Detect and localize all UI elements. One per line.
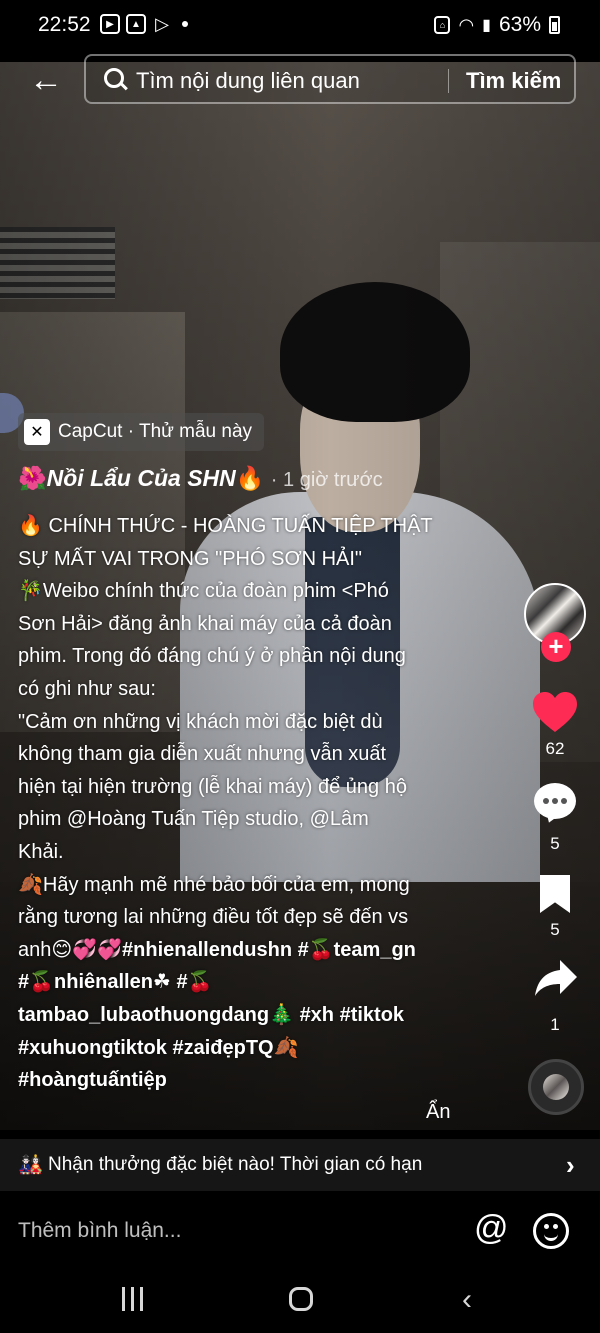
caption-line: phim @Hoàng Tuấn Tiệp studio, @Lâm [18, 808, 369, 831]
caption-line: 🍂Hãy mạnh mẽ nhé bảo bối của em, mong [18, 873, 410, 896]
lock-icon: ⌂ [434, 16, 451, 34]
caption-line: hiện tại hiện trường (lễ khai máy) để ủn… [18, 775, 407, 798]
search-placeholder[interactable]: Tìm nội dung liên quan [136, 68, 360, 94]
caption-line: "Cảm ơn những vị khách mời đặc biệt dù [18, 710, 383, 733]
caption-line: có ghi như sau: [18, 677, 156, 700]
status-bar: 22:52 ▶ ▲ ▷ ⌂ ◠ ▮ 63% [0, 0, 600, 52]
status-time: 22:52 [38, 13, 91, 36]
battery-icon [549, 16, 560, 34]
comment-count: 5 [550, 834, 560, 853]
search-button[interactable]: Tìm kiếm [466, 68, 561, 94]
hashtag-link[interactable]: #hoàngtuấntiệp [18, 1069, 167, 1091]
author-line[interactable]: 🌺Nồi Lẩu Của SHN🔥 · 1 giờ trước [18, 465, 383, 492]
caption-text: anh😊💞💞 [18, 938, 123, 961]
chevron-right-icon[interactable]: › [566, 1150, 575, 1181]
caption-line: không tham gia diễn xuất nhưng vẫn xuất [18, 743, 387, 766]
caption-tag-line: #🍒nhiênallen☘ #🍒 [18, 966, 458, 999]
mention-icon[interactable]: @ [474, 1209, 509, 1248]
caption-tag-line: #xuhuongtiktok #zaiđẹpTQ🍂 [18, 1032, 458, 1065]
hashtag-link[interactable]: #tiktok [340, 1004, 404, 1026]
caption-line: Khải. [18, 840, 64, 863]
back-arrow-icon[interactable]: ← [26, 60, 66, 100]
wifi-icon: ◠ [458, 14, 475, 35]
search-icon [104, 68, 124, 88]
author-name[interactable]: Nồi Lẩu Của SHN [47, 465, 236, 491]
comment-input[interactable]: Thêm bình luận... [18, 1219, 181, 1243]
system-nav-bar: ‹ [0, 1267, 600, 1333]
author-suffix: 🔥 [235, 465, 265, 491]
caption-line: phim. Trong đó đáng chú ý ở phần nội dun… [18, 645, 406, 668]
app-notification-icon: ▶ [100, 14, 120, 34]
save-count: 5 [550, 920, 560, 939]
caption-line: SỰ MẤT VAI TRONG "PHÓ SƠN HẢI" [18, 547, 363, 570]
search-bar[interactable]: Tìm nội dung liên quan Tìm kiếm [84, 54, 576, 104]
caption-line: 🎋Weibo chính thức của đoàn phim <Phó [18, 580, 389, 603]
follow-plus-icon[interactable]: + [541, 632, 571, 662]
share-icon[interactable] [534, 958, 578, 998]
hashtag-link[interactable]: #🍒team_gn [298, 939, 416, 961]
caption-line: Sơn Hải> đăng ảnh khai máy của cả đoàn [18, 612, 392, 635]
hide-caption-button[interactable]: Ẩn [426, 1101, 450, 1124]
gallery-notification-icon: ▲ [126, 14, 146, 34]
caption-tag-line: #hoàngtuấntiệp [18, 1064, 458, 1097]
home-icon[interactable] [289, 1287, 313, 1311]
caption: 🔥 CHÍNH THỨC - HOÀNG TUẤN TIỆP THẬT SỰ M… [18, 510, 458, 1097]
status-right: ⌂ ◠ ▮ 63% [434, 13, 560, 37]
comment-icon[interactable] [534, 783, 576, 819]
nav-back-icon[interactable]: ‹ [462, 1283, 472, 1317]
music-disc-icon[interactable] [528, 1059, 584, 1115]
caption-line: rằng tương lai những điều tốt đẹp sẽ đến… [18, 906, 409, 929]
hashtag-link[interactable]: #nhienallendushn [122, 939, 292, 961]
caption-tag-line: tambao_lubaothuongdang🎄 #xh #tiktok [18, 999, 458, 1032]
capcut-label: CapCut · Thử mẫu này [58, 421, 253, 442]
caption-line: 🔥 CHÍNH THỨC - HOÀNG TUẤN TIỆP THẬT [18, 515, 433, 537]
recent-apps-icon[interactable] [122, 1287, 146, 1311]
emoji-icon[interactable] [533, 1213, 569, 1249]
more-notifications-icon [182, 21, 188, 27]
author-prefix: 🌺 [18, 465, 47, 491]
hashtag-link[interactable]: #zaiđẹpTQ🍂 [172, 1037, 298, 1059]
hashtag-link[interactable]: #xuhuongtiktok [18, 1037, 167, 1059]
signal-icon: ▮ [482, 17, 491, 34]
heart-icon[interactable] [532, 691, 578, 733]
hashtag-link[interactable]: #xh [300, 1004, 334, 1026]
capcut-template-button[interactable]: ✕ CapCut · Thử mẫu này [18, 413, 265, 451]
hashtag-link[interactable]: tambao_lubaothuongdang🎄 [18, 1004, 294, 1026]
promo-icon: 🎎 [18, 1154, 43, 1176]
battery-text: 63% [498, 13, 541, 36]
capcut-logo-icon: ✕ [24, 419, 50, 445]
promo-text: Nhận thưởng đặc biệt nào! Thời gian có h… [48, 1154, 423, 1175]
share-count: 1 [550, 1015, 560, 1034]
caption-tag-line: anh😊💞💞#nhienallendushn #🍒team_gn [18, 934, 458, 967]
hashtag-link[interactable]: #🍒 [176, 971, 212, 993]
promo-banner[interactable]: 🎎 Nhận thưởng đặc biệt nào! Thời gian có… [0, 1139, 600, 1191]
post-time: · 1 giờ trước [270, 469, 383, 491]
play-notification-icon: ▷ [155, 13, 169, 34]
hashtag-link[interactable]: #🍒nhiênallen☘ [18, 971, 171, 993]
like-count: 62 [545, 739, 565, 758]
comment-bar: Thêm bình luận... @ [0, 1191, 600, 1267]
search-divider [448, 69, 449, 93]
notification-icons: ▶ ▲ ▷ [100, 14, 188, 34]
